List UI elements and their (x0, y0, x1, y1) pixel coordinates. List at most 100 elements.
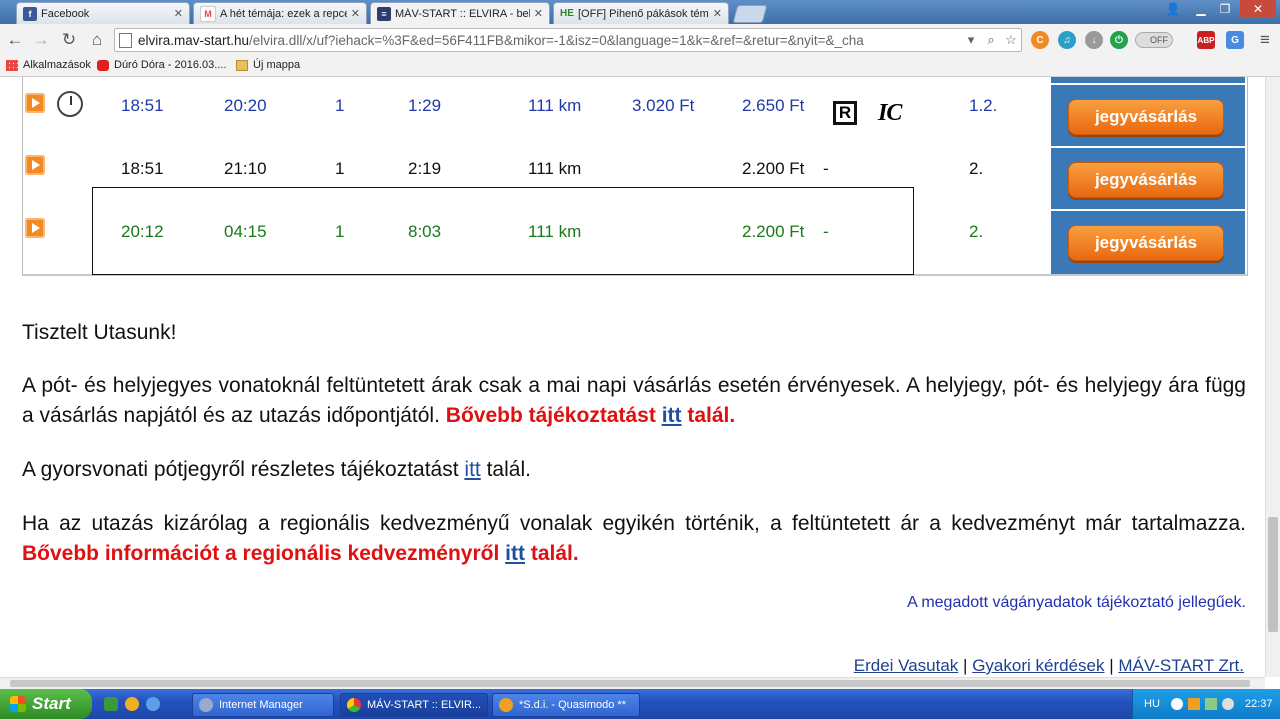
taskbar-item[interactable]: Internet Manager (192, 693, 334, 717)
clock[interactable]: 22:37 (1245, 698, 1273, 710)
taskbar-item[interactable]: MÁV-START :: ELVIR... (340, 693, 488, 717)
horizontal-scrollbar[interactable] (0, 677, 1265, 689)
reload-button[interactable]: ↻ (58, 29, 80, 51)
scrollbar-thumb[interactable] (1268, 517, 1278, 632)
regional-info-link[interactable]: itt (505, 542, 525, 565)
restore-button[interactable]: ❐ (1212, 0, 1238, 18)
tab-gmail[interactable]: M A hét témája: ezek a repce c ✕ (193, 2, 367, 24)
translate-icon[interactable]: G (1226, 31, 1244, 49)
buy-ticket-button[interactable]: jegyvásárlás (1068, 225, 1224, 261)
arrival-time: 21:10 (224, 159, 267, 178)
price-notice-paragraph: A pót- és helyjegyes vonatoknál feltünte… (22, 374, 1246, 427)
page-content: 18:51 20:20 1 1:29 111 km 3.020 Ft 2.650… (0, 77, 1265, 677)
internet-manager-icon (199, 698, 213, 712)
travel-duration: 1:29 (408, 96, 442, 115)
travel-class: 2. (969, 159, 984, 178)
buy-ticket-button[interactable]: jegyvásárlás (1068, 99, 1224, 135)
network-icon[interactable] (1205, 698, 1217, 710)
departure-time: 18:51 (121, 96, 164, 115)
info-link[interactable]: itt (662, 404, 682, 427)
back-button[interactable]: ← (4, 29, 26, 51)
star-icon[interactable]: ☆ (1001, 32, 1021, 48)
start-button[interactable]: Start (0, 689, 92, 719)
distance: 111 km (528, 96, 582, 115)
taskbar-item[interactable]: *S.d.i. - Quasimodo ** (492, 693, 640, 717)
distance: 111 km (528, 159, 582, 178)
home-button[interactable]: ⌂ (86, 29, 108, 51)
browser-tab-bar: f Facebook ✕ M A hét témája: ezek a repc… (0, 0, 1280, 24)
bookmark-folder[interactable]: Új mappa (236, 59, 300, 71)
toggle-switch[interactable]: OFF (1135, 32, 1173, 48)
price-discount: 2.200 Ft (742, 159, 805, 178)
adblock-icon[interactable]: ABP (1197, 31, 1215, 49)
tab-label: A hét témája: ezek a repce c (220, 7, 347, 20)
vertical-scrollbar[interactable] (1265, 77, 1280, 677)
regional-discount-paragraph: Ha az utazás kizárólag a regionális kedv… (22, 512, 1246, 565)
tray-icon[interactable] (1188, 698, 1200, 710)
bookmark-youtube[interactable]: Dúró Dóra - 2016.03.... (97, 59, 227, 71)
folder-icon (236, 59, 248, 71)
menu-icon[interactable]: ≡ (1254, 29, 1276, 51)
new-tab-button[interactable] (732, 5, 768, 23)
scrollbar-thumb[interactable] (10, 680, 1250, 687)
tab-pihenő[interactable]: HE [OFF] Pihenő pákások témája ✕ (553, 2, 729, 24)
reservation-required-icon: R (833, 101, 857, 125)
facebook-icon: f (23, 6, 37, 21)
expand-play-icon[interactable] (25, 218, 45, 238)
player-icon (499, 698, 513, 712)
changes-count: 1 (335, 96, 345, 115)
language-indicator[interactable]: HU (1144, 698, 1160, 710)
forward-button[interactable]: → (30, 29, 52, 51)
download-icon[interactable]: ↓ (1085, 31, 1103, 49)
youtube-icon (97, 59, 109, 71)
power-icon[interactable]: ⏻ (1110, 31, 1128, 49)
departure-time: 18:51 (121, 159, 164, 178)
footer-link-mav-start[interactable]: MÁV-START Zrt. (1118, 656, 1244, 675)
profile-icon[interactable]: 👤 (1160, 0, 1186, 18)
zoom-icon[interactable]: ⌕ (981, 32, 1001, 48)
buy-cell: jegyvásárlás (1051, 85, 1245, 146)
track-info-note: A megadott vágányadatok tájékoztató jell… (907, 594, 1246, 611)
windows-logo-icon (10, 696, 26, 712)
address-bar[interactable]: elvira.mav-start.hu/elvira.dll/x/uf?ieha… (114, 28, 1022, 52)
dropdown-icon[interactable]: ▾ (961, 32, 981, 48)
minimize-button[interactable]: ▁ (1188, 0, 1214, 18)
bookmarks-bar: Alkalmazások Dúró Dóra - 2016.03.... Új … (0, 56, 1280, 77)
expand-play-icon[interactable] (25, 155, 45, 175)
timetable: 18:51 20:20 1 1:29 111 km 3.020 Ft 2.650… (22, 77, 1248, 276)
expand-play-icon[interactable] (25, 93, 45, 113)
close-icon[interactable]: ✕ (713, 7, 722, 20)
buy-ticket-button[interactable]: jegyvásárlás (1068, 162, 1224, 198)
quicklaunch-icon[interactable] (125, 697, 139, 711)
clock-icon (57, 91, 83, 117)
footer-link-erdei-vasutak[interactable]: Erdei Vasutak (854, 656, 959, 675)
price-full: 3.020 Ft (632, 96, 695, 115)
headphones-icon[interactable]: ♫ (1058, 31, 1076, 49)
intercity-icon: IC (878, 100, 902, 126)
close-icon[interactable]: ✕ (174, 7, 183, 20)
volume-icon[interactable] (1222, 698, 1234, 710)
buy-cell: jegyvásárlás (1051, 211, 1245, 274)
tab-label: [OFF] Pihenő pákások témája (578, 7, 709, 20)
close-icon[interactable]: ✕ (534, 7, 543, 20)
apps-grid-icon (6, 59, 18, 71)
chrome-icon (347, 698, 361, 712)
url-text: elvira.mav-start.hu/elvira.dll/x/uf?ieha… (138, 32, 864, 48)
greeting: Tisztelt Utasunk! (22, 321, 177, 344)
he-icon: HE (560, 8, 574, 19)
quicklaunch-icon[interactable] (146, 697, 160, 711)
tab-mav-start[interactable]: ≡ MÁV-START :: ELVIRA - belfö ✕ (370, 2, 550, 24)
footer-link-faq[interactable]: Gyakori kérdések (972, 656, 1104, 675)
bookmark-apps[interactable]: Alkalmazások (6, 59, 91, 71)
service-marker: - (823, 159, 829, 178)
tab-facebook[interactable]: f Facebook ✕ (16, 2, 190, 24)
extension-icon[interactable]: C (1031, 31, 1049, 49)
travel-class: 1.2. (969, 96, 998, 115)
tray-icon[interactable] (1171, 698, 1183, 710)
supplement-info-link[interactable]: itt (464, 458, 480, 481)
page-icon (119, 32, 132, 48)
close-icon[interactable]: ✕ (351, 7, 360, 20)
quicklaunch-icon[interactable] (104, 697, 118, 711)
browser-toolbar: ← → ↻ ⌂ elvira.mav-start.hu/elvira.dll/x… (0, 24, 1280, 56)
close-window-button[interactable]: ✕ (1240, 0, 1276, 18)
